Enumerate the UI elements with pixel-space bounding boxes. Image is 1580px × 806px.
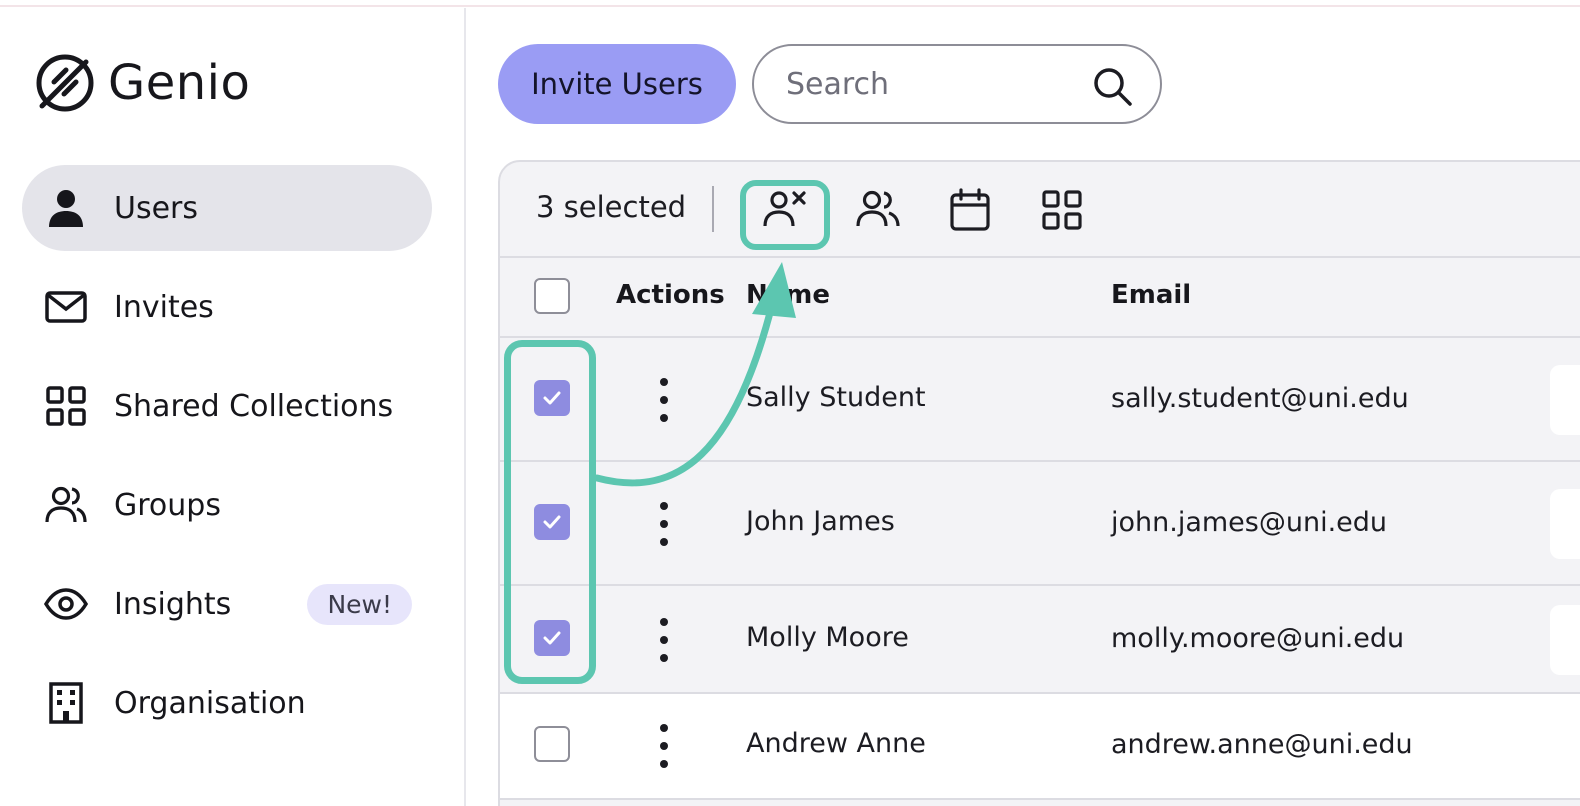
user-email: sally.student@uni.edu xyxy=(1111,383,1409,414)
select-all-checkbox[interactable] xyxy=(534,278,570,314)
row-trailing-control xyxy=(1550,365,1580,435)
toolbar-divider xyxy=(712,186,714,232)
genio-logo-icon xyxy=(36,54,94,112)
user-email: molly.moore@uni.edu xyxy=(1111,623,1405,654)
remove-user-highlight xyxy=(740,180,830,250)
column-header-name[interactable]: Name xyxy=(746,280,830,310)
search-box xyxy=(752,44,1162,124)
search-input[interactable] xyxy=(786,66,1086,102)
sidebar-item-label: Users xyxy=(114,190,199,226)
search-icon[interactable] xyxy=(1090,64,1134,108)
bulk-actions-toolbar: 3 selected xyxy=(500,162,1580,258)
logo[interactable]: Genio xyxy=(34,52,250,114)
row-actions-menu[interactable] xyxy=(652,502,676,546)
user-name: Molly Moore xyxy=(746,622,909,653)
row-actions-menu[interactable] xyxy=(652,618,676,662)
column-header-actions: Actions xyxy=(616,280,725,310)
user-icon xyxy=(42,184,90,232)
sidebar: Genio Users Invites Shared Collections G… xyxy=(0,8,466,806)
sidebar-item-groups[interactable]: Groups xyxy=(22,462,432,548)
user-name: John James xyxy=(746,506,895,537)
table-row[interactable]: Sally Student sally.student@uni.edu xyxy=(500,338,1580,462)
user-email: john.james@uni.edu xyxy=(1111,507,1388,538)
row-checkbox[interactable] xyxy=(534,726,570,762)
user-name: Sally Student xyxy=(746,382,926,413)
users-table: 3 selected Actions Name Email Sally Stud… xyxy=(498,160,1580,806)
mail-icon xyxy=(42,283,90,331)
user-email: andrew.anne@uni.edu xyxy=(1111,729,1413,760)
sidebar-item-label: Shared Collections xyxy=(114,388,394,424)
row-trailing-control xyxy=(1550,489,1580,559)
eye-icon xyxy=(42,580,90,628)
selected-count: 3 selected xyxy=(536,190,687,224)
table-row[interactable]: Andrew Anne andrew.anne@uni.edu xyxy=(500,694,1580,800)
column-header-email[interactable]: Email xyxy=(1111,280,1191,310)
grid-icon[interactable] xyxy=(1036,184,1088,236)
invite-users-button[interactable]: Invite Users xyxy=(498,44,736,124)
sidebar-item-label: Invites xyxy=(114,289,214,325)
users-icon xyxy=(42,481,90,529)
user-name: Andrew Anne xyxy=(746,728,926,759)
table-row[interactable]: John James john.james@uni.edu xyxy=(500,462,1580,586)
row-actions-menu[interactable] xyxy=(652,724,676,768)
checkbox-highlight xyxy=(504,340,596,684)
row-actions-menu[interactable] xyxy=(652,378,676,422)
sidebar-item-organisation[interactable]: Organisation xyxy=(22,660,432,746)
table-row[interactable]: Molly Moore molly.moore@uni.edu xyxy=(500,586,1580,694)
sidebar-item-shared-collections[interactable]: Shared Collections xyxy=(22,363,432,449)
new-badge: New! xyxy=(307,583,412,625)
users-icon[interactable] xyxy=(852,184,904,236)
sidebar-item-invites[interactable]: Invites xyxy=(22,264,432,350)
top-border xyxy=(0,0,1580,7)
calendar-icon[interactable] xyxy=(944,184,996,236)
table-header: Actions Name Email xyxy=(500,258,1580,338)
sidebar-item-label: Organisation xyxy=(114,685,306,721)
building-icon xyxy=(42,679,90,727)
row-trailing-control xyxy=(1550,605,1580,675)
sidebar-item-insights[interactable]: Insights New! xyxy=(22,561,432,647)
sidebar-item-label: Insights xyxy=(114,586,232,622)
logo-text: Genio xyxy=(108,55,251,111)
sidebar-item-label: Groups xyxy=(114,487,221,523)
sidebar-item-users[interactable]: Users xyxy=(22,165,432,251)
grid-icon xyxy=(42,382,90,430)
